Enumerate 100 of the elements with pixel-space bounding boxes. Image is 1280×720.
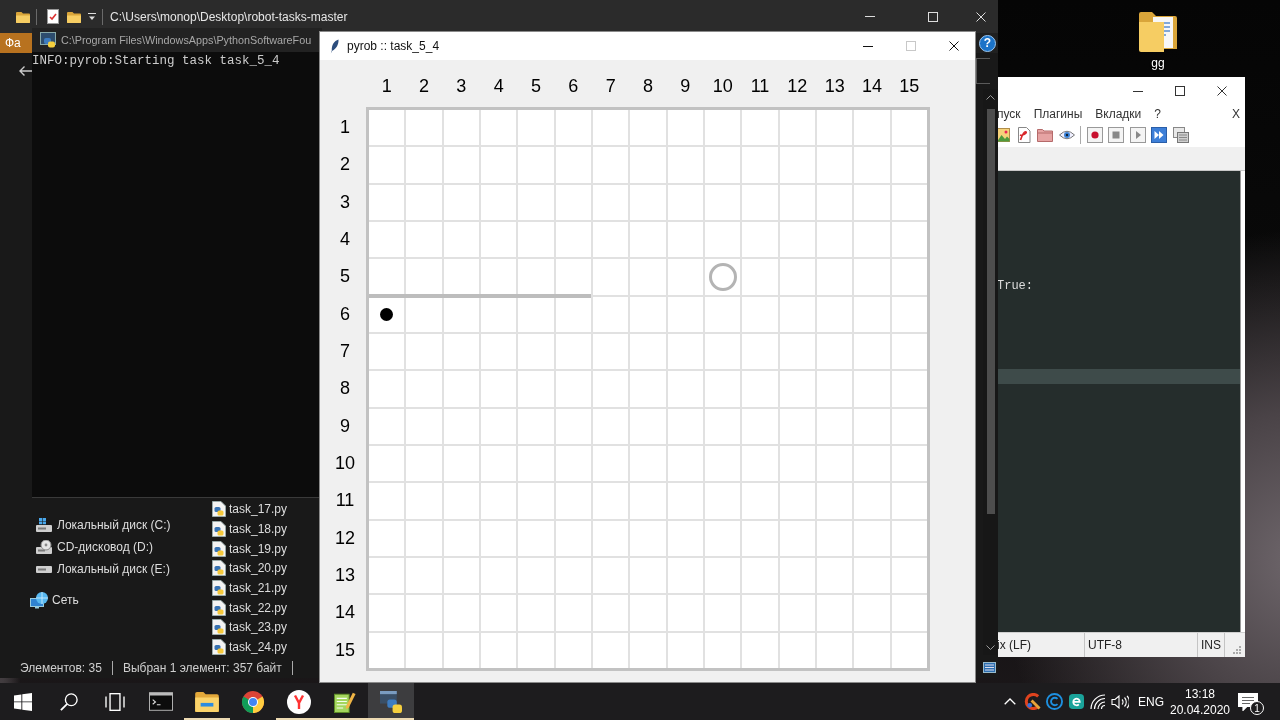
grid-cell (481, 222, 517, 258)
python-file-icon (212, 501, 226, 518)
grid-cell (443, 408, 479, 444)
grid-cell (481, 558, 517, 594)
menu-item[interactable]: пуск (997, 107, 1021, 121)
clock-time[interactable]: 13:18 (1185, 685, 1215, 702)
nav-item[interactable]: Сеть (0, 589, 79, 611)
page-check-icon[interactable] (47, 9, 59, 24)
python-file-icon (212, 579, 226, 596)
file-item[interactable]: task_18.py (212, 520, 288, 537)
grid-cell (593, 147, 629, 183)
column-number: 10 (712, 76, 733, 97)
scrollbar-thumb[interactable] (986, 109, 995, 514)
file-item[interactable]: task_23.py (212, 619, 288, 636)
row-number: 7 (340, 341, 350, 363)
grid-cell (817, 147, 853, 183)
view-icon[interactable] (983, 662, 996, 673)
close-document-button[interactable]: X (1232, 107, 1240, 121)
grid-cell (705, 483, 741, 519)
search-field[interactable] (976, 58, 990, 84)
menu-item[interactable]: Плагины (1033, 107, 1083, 121)
grid-cell (891, 483, 927, 519)
folder-icon[interactable] (16, 10, 30, 23)
grid-cell (667, 334, 703, 370)
file-item[interactable]: task_21.py (212, 579, 288, 596)
nav-item[interactable]: CD-дисковод (D:) (0, 536, 154, 558)
row-number: 5 (340, 266, 350, 288)
file-item[interactable]: task_19.py (212, 540, 288, 557)
grid-cell (779, 259, 815, 295)
grid-cell (817, 222, 853, 258)
grid-cell (369, 558, 405, 594)
grid-cell (742, 632, 778, 668)
fast-forward-icon[interactable] (1151, 127, 1167, 143)
grid-cell (667, 520, 703, 556)
stop-icon[interactable] (1108, 127, 1124, 143)
grid-cell (817, 110, 853, 146)
document-icon[interactable] (1015, 127, 1032, 143)
cleaner-icon[interactable] (1023, 693, 1041, 710)
grid-cell (630, 222, 666, 258)
language-indicator[interactable]: ENG (1131, 694, 1171, 709)
file-item[interactable]: task_20.py (212, 560, 288, 577)
grid-cell (443, 446, 479, 482)
nav-item[interactable]: Локальный диск (E:) (0, 558, 170, 580)
close-icon[interactable] (948, 41, 959, 51)
scroll-up-icon[interactable] (986, 95, 995, 100)
chevron-up-icon[interactable] (1004, 698, 1016, 705)
c-circle-icon[interactable] (1045, 693, 1063, 710)
menu-item[interactable]: Вкладки (1095, 107, 1142, 121)
clock-date[interactable]: 20.04.2020 (1169, 701, 1231, 718)
help-button[interactable]: ? (979, 34, 996, 52)
maximize-icon[interactable] (1175, 86, 1185, 96)
grid-cell (443, 595, 479, 631)
e-badge-icon[interactable] (1068, 694, 1084, 709)
grid-cell (779, 595, 815, 631)
wifi-icon[interactable] (1090, 693, 1106, 710)
file-item[interactable]: task_17.py (212, 501, 288, 518)
minimize-icon[interactable] (1133, 90, 1143, 92)
grid-cell (481, 334, 517, 370)
grid-cell (630, 632, 666, 668)
desktop-shortcut[interactable]: gg (1126, 8, 1190, 70)
ribbon-tab[interactable]: Фа (0, 33, 32, 53)
row-number: 6 (340, 303, 350, 325)
resize-grip-icon[interactable] (1231, 645, 1241, 654)
stacked-windows-icon[interactable] (1172, 127, 1189, 143)
minimize-icon[interactable] (862, 45, 873, 47)
grid-cell (667, 296, 703, 332)
code-editor[interactable]: True: (997, 171, 1241, 632)
notification-button[interactable]: 1 (1229, 683, 1267, 720)
speaker-icon[interactable] (1111, 694, 1129, 709)
grid-cell (742, 595, 778, 631)
grid-cell (742, 520, 778, 556)
grid-cell (518, 296, 554, 332)
grid-cell (555, 259, 591, 295)
grid-cell (369, 222, 405, 258)
menu-item[interactable]: ? (1154, 107, 1161, 121)
grid-cell (742, 371, 778, 407)
nav-item[interactable]: Локальный диск (C:) (0, 514, 171, 536)
taskbar-app[interactable] (368, 683, 414, 720)
record-icon[interactable] (1086, 127, 1103, 143)
grid-cell (817, 632, 853, 668)
back-arrow-icon[interactable] (18, 65, 32, 77)
grid-cell (369, 184, 405, 220)
grid-cell (555, 147, 591, 183)
code-line: True: (997, 279, 1034, 294)
grid-cell (630, 595, 666, 631)
file-item[interactable]: task_24.py (212, 639, 288, 655)
play-icon[interactable] (1129, 127, 1146, 143)
folder-icon[interactable] (67, 10, 81, 23)
scroll-down-icon[interactable] (986, 645, 995, 650)
close-icon[interactable] (1217, 86, 1227, 96)
grid-cell (705, 520, 741, 556)
dropdown-icon[interactable] (88, 13, 96, 20)
grid-cell (369, 595, 405, 631)
grid-cell (705, 632, 741, 668)
grid-cell (518, 446, 554, 482)
grid-cell (817, 408, 853, 444)
grid-cell (742, 147, 778, 183)
file-item[interactable]: task_22.py (212, 599, 288, 616)
grid-cell (518, 147, 554, 183)
grid-cell (555, 110, 591, 146)
